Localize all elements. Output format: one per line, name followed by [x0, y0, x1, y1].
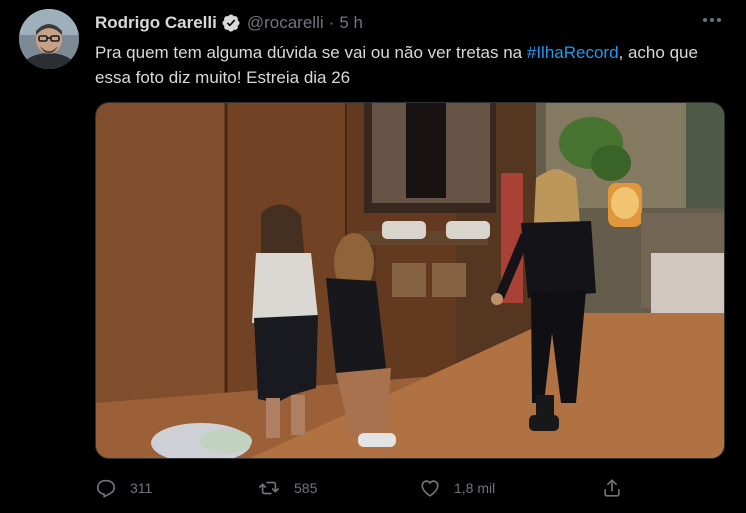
reply-count: 311: [130, 480, 153, 496]
like-button[interactable]: 1,8 mil: [419, 474, 495, 502]
tweet-text: Pra quem tem alguma dúvida se vai ou não…: [95, 40, 725, 90]
avatar-photo: [19, 9, 79, 69]
tweet-photo[interactable]: [95, 102, 725, 459]
tweet-header: Rodrigo Carelli @rocarelli · 5 h: [95, 12, 363, 34]
photo-image: [96, 103, 724, 458]
retweet-icon: [259, 481, 279, 495]
author-handle[interactable]: @rocarelli: [247, 12, 324, 34]
like-count: 1,8 mil: [454, 480, 496, 496]
heart-icon: [421, 480, 439, 497]
tweet-text-part: Pra quem tem alguma dúvida se vai ou não…: [95, 43, 527, 62]
reply-button[interactable]: 311: [95, 474, 152, 502]
tweet[interactable]: Rodrigo Carelli @rocarelli · 5 h Pra que…: [0, 0, 746, 513]
author-avatar[interactable]: [19, 9, 79, 69]
retweet-count: 585: [294, 480, 318, 496]
tweet-actions: 311 585 1,8 mil: [95, 474, 635, 502]
share-icon: [604, 479, 620, 497]
tweet-timestamp[interactable]: 5 h: [339, 12, 363, 34]
more-options-icon[interactable]: [698, 10, 726, 30]
retweet-button[interactable]: 585: [257, 474, 317, 502]
verified-badge-icon: [221, 13, 241, 33]
share-button[interactable]: [601, 474, 623, 502]
hashtag-link[interactable]: #IlhaRecord: [527, 43, 619, 62]
author-name[interactable]: Rodrigo Carelli: [95, 12, 217, 34]
reply-icon: [96, 479, 116, 498]
separator-dot: ·: [328, 13, 335, 32]
